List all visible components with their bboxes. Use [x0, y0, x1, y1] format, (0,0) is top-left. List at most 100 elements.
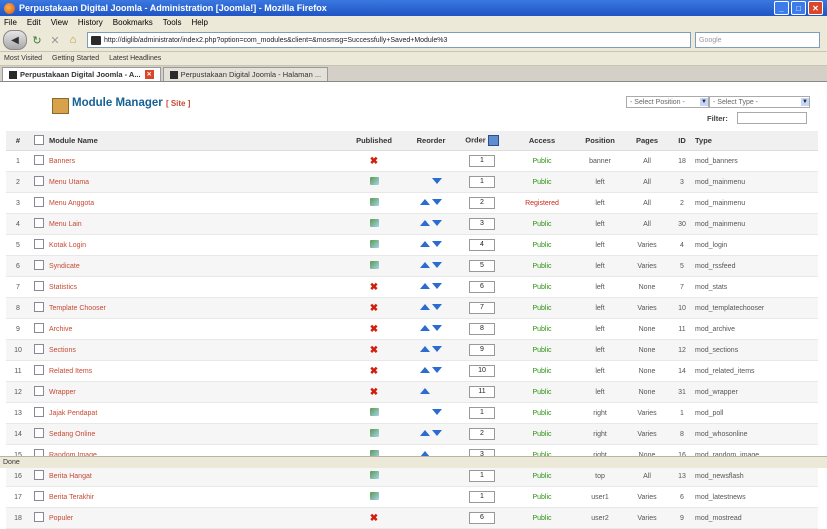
row-checkbox[interactable] [34, 386, 44, 396]
move-down-icon[interactable] [432, 409, 442, 415]
bookmark-getting-started[interactable]: Getting Started [52, 55, 99, 62]
reload-button[interactable]: ↻ [29, 31, 45, 49]
order-input[interactable]: 8 [469, 323, 495, 335]
row-checkbox[interactable] [34, 218, 44, 228]
order-input[interactable]: 2 [469, 428, 495, 440]
move-up-icon[interactable] [420, 367, 430, 373]
module-name-link[interactable]: Kotak Login [49, 242, 86, 249]
published-icon[interactable] [369, 408, 379, 416]
move-down-icon[interactable] [432, 346, 442, 352]
move-up-icon[interactable] [420, 430, 430, 436]
move-up-icon[interactable] [420, 325, 430, 331]
move-up-icon[interactable] [420, 220, 430, 226]
tab-close-icon[interactable]: ✕ [144, 70, 154, 79]
order-input[interactable]: 1 [469, 470, 495, 482]
row-checkbox[interactable] [34, 512, 44, 522]
order-input[interactable]: 1 [469, 491, 495, 503]
row-checkbox[interactable] [34, 155, 44, 165]
row-checkbox[interactable] [34, 365, 44, 375]
back-button[interactable]: ◀ [3, 30, 27, 50]
move-down-icon[interactable] [432, 241, 442, 247]
published-icon[interactable] [369, 240, 379, 248]
published-icon[interactable] [369, 492, 379, 500]
order-input[interactable]: 6 [469, 512, 495, 524]
module-name-link[interactable]: Banners [49, 158, 75, 165]
access-link[interactable]: Public [532, 158, 551, 165]
select-all-checkbox[interactable] [34, 134, 44, 145]
select-position-dropdown[interactable]: - Select Position - ▼ [626, 96, 709, 108]
module-name-link[interactable]: Syndicate [49, 263, 80, 270]
access-link[interactable]: Public [532, 389, 551, 396]
unpublished-icon[interactable]: ✖ [370, 345, 378, 356]
module-name-link[interactable]: Berita Hangat [49, 473, 92, 480]
row-checkbox[interactable] [34, 323, 44, 333]
access-link[interactable]: Public [532, 431, 551, 438]
access-link[interactable]: Public [532, 410, 551, 417]
published-icon[interactable] [369, 219, 379, 227]
home-button[interactable]: ⌂ [65, 31, 81, 49]
order-input[interactable]: 11 [469, 386, 495, 398]
row-checkbox[interactable] [34, 239, 44, 249]
menu-view[interactable]: View [51, 18, 68, 27]
access-link[interactable]: Registered [525, 200, 559, 207]
module-name-link[interactable]: Archive [49, 326, 72, 333]
move-down-icon[interactable] [432, 262, 442, 268]
published-icon[interactable] [369, 429, 379, 437]
menu-help[interactable]: Help [191, 18, 207, 27]
unpublished-icon[interactable]: ✖ [370, 282, 378, 293]
row-checkbox[interactable] [34, 260, 44, 270]
published-icon[interactable] [369, 261, 379, 269]
module-name-link[interactable]: Sections [49, 347, 76, 354]
move-up-icon[interactable] [420, 388, 430, 394]
order-input[interactable]: 3 [469, 218, 495, 230]
unpublished-icon[interactable]: ✖ [370, 324, 378, 335]
access-link[interactable]: Public [532, 473, 551, 480]
access-link[interactable]: Public [532, 347, 551, 354]
row-checkbox[interactable] [34, 491, 44, 501]
order-input[interactable]: 1 [469, 155, 495, 167]
order-input[interactable]: 2 [469, 197, 495, 209]
row-checkbox[interactable] [34, 344, 44, 354]
select-type-dropdown[interactable]: - Select Type - ▼ [709, 96, 810, 108]
row-checkbox[interactable] [34, 176, 44, 186]
access-link[interactable]: Public [532, 284, 551, 291]
row-checkbox[interactable] [34, 407, 44, 417]
order-input[interactable]: 4 [469, 239, 495, 251]
move-up-icon[interactable] [420, 346, 430, 352]
order-input[interactable]: 6 [469, 281, 495, 293]
order-input[interactable]: 1 [469, 176, 495, 188]
move-up-icon[interactable] [420, 241, 430, 247]
tab-site[interactable]: Perpustakaan Digital Joomla - Halaman ..… [162, 67, 329, 81]
menu-history[interactable]: History [78, 18, 103, 27]
tab-admin[interactable]: Perpustakaan Digital Joomla - A... ✕ [2, 67, 161, 81]
menu-tools[interactable]: Tools [163, 18, 182, 27]
order-input[interactable]: 5 [469, 260, 495, 272]
access-link[interactable]: Public [532, 179, 551, 186]
access-link[interactable]: Public [532, 242, 551, 249]
move-up-icon[interactable] [420, 283, 430, 289]
search-input[interactable]: Google [695, 32, 820, 48]
row-checkbox[interactable] [34, 197, 44, 207]
move-down-icon[interactable] [432, 367, 442, 373]
access-link[interactable]: Public [532, 221, 551, 228]
unpublished-icon[interactable]: ✖ [370, 156, 378, 167]
unpublished-icon[interactable]: ✖ [370, 513, 378, 524]
published-icon[interactable] [369, 198, 379, 206]
published-icon[interactable] [369, 471, 379, 479]
move-up-icon[interactable] [420, 262, 430, 268]
move-down-icon[interactable] [432, 220, 442, 226]
module-name-link[interactable]: Populer [49, 515, 73, 522]
access-link[interactable]: Public [532, 305, 551, 312]
order-input[interactable]: 9 [469, 344, 495, 356]
move-down-icon[interactable] [432, 178, 442, 184]
access-link[interactable]: Public [532, 515, 551, 522]
bookmark-latest-headlines[interactable]: Latest Headlines [109, 55, 161, 62]
save-order-icon[interactable] [487, 135, 499, 146]
row-checkbox[interactable] [34, 428, 44, 438]
menu-bookmarks[interactable]: Bookmarks [113, 18, 153, 27]
module-name-link[interactable]: Sedang Online [49, 431, 95, 438]
access-link[interactable]: Public [532, 368, 551, 375]
module-name-link[interactable]: Wrapper [49, 389, 76, 396]
module-name-link[interactable]: Related Items [49, 368, 92, 375]
module-name-link[interactable]: Statistics [49, 284, 77, 291]
